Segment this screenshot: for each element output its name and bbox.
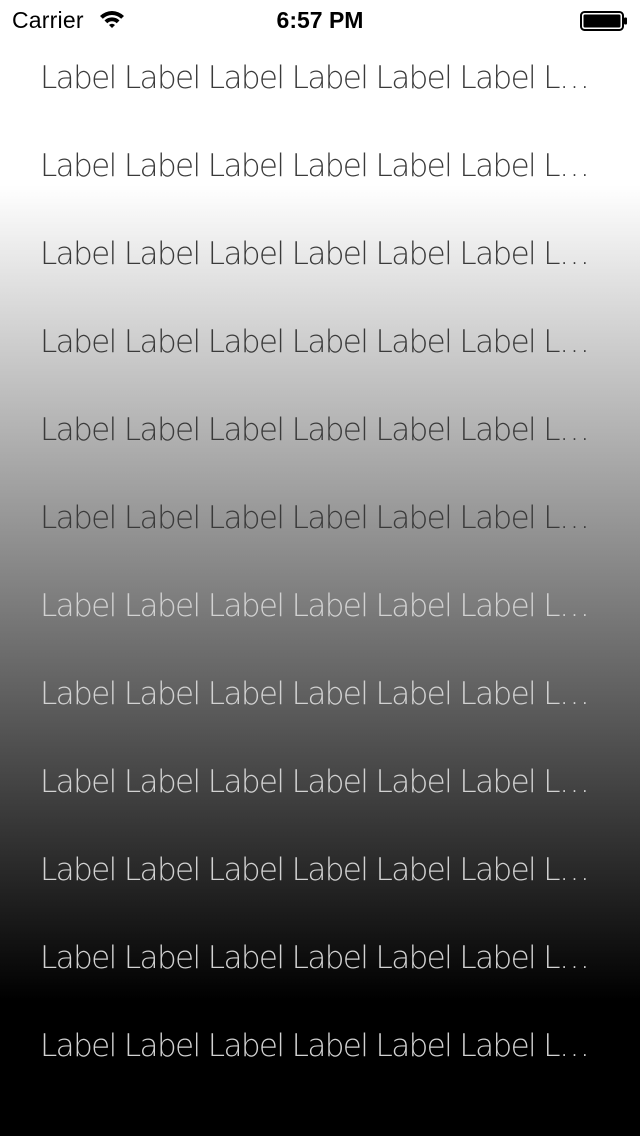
label-text: Label Label Label Label Label Label Labe… <box>40 324 596 360</box>
list-item: Label Label Label Label Label Label Labe… <box>0 407 640 495</box>
list-item: Label Label Label Label Label Label Labe… <box>0 759 640 847</box>
list-item: Label Label Label Label Label Label Labe… <box>0 935 640 1023</box>
list-item: Label Label Label Label Label Label Labe… <box>0 495 640 583</box>
label-text: Label Label Label Label Label Label Labe… <box>40 412 596 448</box>
list-item: Label Label Label Label Label Label Labe… <box>0 319 640 407</box>
list-item: Label Label Label Label Label Label Labe… <box>0 143 640 231</box>
list-item: Label Label Label Label Label Label Labe… <box>0 55 640 143</box>
label-text: Label Label Label Label Label Label Labe… <box>40 60 596 96</box>
clock-time: 6:57 PM <box>276 7 364 33</box>
label-text: Label Label Label Label Label Label Labe… <box>40 940 596 976</box>
status-bar: Carrier 6:57 PM <box>0 0 640 40</box>
list-item: Label Label Label Label Label Label Labe… <box>0 1023 640 1111</box>
label-text: Label Label Label Label Label Label Labe… <box>40 236 596 272</box>
label-list: Label Label Label Label Label Label Labe… <box>0 55 640 1111</box>
label-text: Label Label Label Label Label Label Labe… <box>40 1028 596 1064</box>
list-item: Label Label Label Label Label Label Labe… <box>0 847 640 935</box>
list-item: Label Label Label Label Label Label Labe… <box>0 671 640 759</box>
label-text: Label Label Label Label Label Label Labe… <box>40 764 596 800</box>
label-text: Label Label Label Label Label Label Labe… <box>40 500 596 536</box>
battery-icon <box>580 11 627 31</box>
label-text: Label Label Label Label Label Label Labe… <box>40 148 596 184</box>
label-text: Label Label Label Label Label Label Labe… <box>40 588 596 624</box>
list-item: Label Label Label Label Label Label Labe… <box>0 231 640 319</box>
label-text: Label Label Label Label Label Label Labe… <box>40 676 596 712</box>
list-item: Label Label Label Label Label Label Labe… <box>0 583 640 671</box>
label-text: Label Label Label Label Label Label Labe… <box>40 852 596 888</box>
